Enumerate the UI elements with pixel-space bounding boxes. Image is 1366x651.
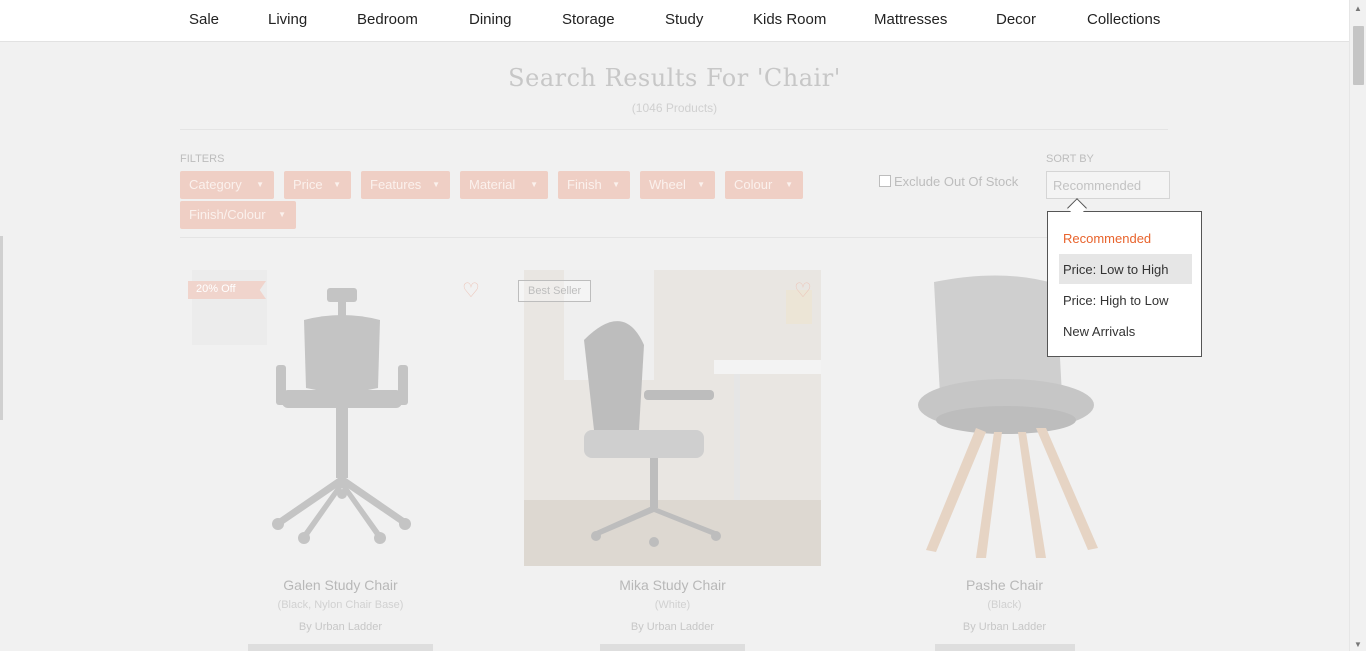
scroll-down-arrow-icon[interactable]: ▼ xyxy=(1354,640,1362,649)
filter-finish[interactable]: Finish ▼ xyxy=(558,171,630,199)
divider xyxy=(180,129,1168,130)
product-image-mika[interactable] xyxy=(524,270,821,566)
chevron-down-icon: ▼ xyxy=(432,180,440,189)
chevron-down-icon: ▼ xyxy=(697,180,705,189)
sort-select[interactable]: Recommended xyxy=(1046,171,1170,199)
product-variant: (Black) xyxy=(987,599,1022,611)
filter-features[interactable]: Features ▼ xyxy=(361,171,450,199)
sort-option-new-arrivals[interactable]: New Arrivals xyxy=(1059,316,1192,346)
wishlist-heart-icon[interactable]: ♡ xyxy=(794,278,812,303)
chevron-down-icon: ▼ xyxy=(256,180,264,189)
filter-label: Features xyxy=(370,177,422,192)
product-brand: By Urban Ladder xyxy=(630,621,715,633)
nav-item-living[interactable]: Living xyxy=(268,11,307,28)
divider xyxy=(180,237,1168,238)
product-name[interactable]: Mika Study Chair xyxy=(524,577,821,593)
side-feedback-tab[interactable] xyxy=(0,236,3,420)
nav-item-sale[interactable]: Sale xyxy=(189,11,219,28)
filter-label: Category xyxy=(189,177,242,192)
filter-colour[interactable]: Colour ▼ xyxy=(725,171,803,199)
filter-label: Price xyxy=(293,177,323,192)
wishlist-heart-icon[interactable]: ♡ xyxy=(462,278,480,303)
discount-badge: 20% Off xyxy=(188,281,266,299)
chevron-down-icon: ▼ xyxy=(333,180,341,189)
nav-item-decor[interactable]: Decor xyxy=(996,11,1036,28)
sort-option-recommended[interactable]: Recommended xyxy=(1059,223,1192,253)
nav-item-kids-room[interactable]: Kids Room xyxy=(753,11,826,28)
sort-label: SORT BY xyxy=(1046,153,1094,165)
price-row xyxy=(935,644,1075,651)
filter-category[interactable]: Category ▼ xyxy=(180,171,274,199)
scroll-up-arrow-icon[interactable]: ▲ xyxy=(1354,4,1362,13)
nav-item-mattresses[interactable]: Mattresses xyxy=(874,11,947,28)
price-row xyxy=(248,644,433,651)
sort-option-price-high-low[interactable]: Price: High to Low xyxy=(1059,285,1192,315)
vertical-scrollbar[interactable]: ▲ ▼ xyxy=(1349,0,1366,651)
nav-item-study[interactable]: Study xyxy=(665,11,703,28)
product-name[interactable]: Pashe Chair xyxy=(856,577,1153,593)
product-name[interactable]: Galen Study Chair xyxy=(192,577,489,593)
product-variant: (White) xyxy=(654,599,691,611)
results-count: (1046 Products) xyxy=(631,101,718,115)
chevron-down-icon: ▼ xyxy=(785,180,793,189)
filter-label: Finish/Colour xyxy=(189,207,266,222)
filter-material[interactable]: Material ▼ xyxy=(460,171,548,199)
nav-item-storage[interactable]: Storage xyxy=(562,11,615,28)
checkbox[interactable] xyxy=(879,175,891,187)
filters-label: FILTERS xyxy=(180,153,225,165)
product-brand: By Urban Ladder xyxy=(962,621,1047,633)
sort-dropdown-menu: Recommended Price: Low to High Price: Hi… xyxy=(1047,211,1202,357)
sort-option-price-low-high[interactable]: Price: Low to High xyxy=(1059,254,1192,284)
exclude-out-of-stock-label: Exclude Out Of Stock xyxy=(894,174,1019,189)
filter-price[interactable]: Price ▼ xyxy=(284,171,351,199)
nav-item-collections[interactable]: Collections xyxy=(1087,11,1160,28)
chevron-down-icon: ▼ xyxy=(612,180,620,189)
product-image-galen[interactable] xyxy=(192,270,489,566)
nav-item-bedroom[interactable]: Bedroom xyxy=(357,11,418,28)
best-seller-badge: Best Seller xyxy=(518,280,591,302)
scroll-thumb[interactable] xyxy=(1353,26,1364,85)
filter-label: Material xyxy=(469,177,516,192)
chevron-down-icon: ▼ xyxy=(530,180,538,189)
filter-finish-colour[interactable]: Finish/Colour ▼ xyxy=(180,201,296,229)
filter-label: Colour xyxy=(734,177,773,192)
filter-wheel[interactable]: Wheel ▼ xyxy=(640,171,715,199)
exclude-out-of-stock[interactable]: Exclude Out Of Stock xyxy=(879,174,1018,189)
nav-item-dining[interactable]: Dining xyxy=(469,11,512,28)
price-row xyxy=(600,644,745,651)
filter-label: Finish xyxy=(567,177,602,192)
top-nav: Sale Living Bedroom Dining Storage Study… xyxy=(0,0,1349,42)
product-brand: By Urban Ladder xyxy=(298,621,383,633)
filter-label: Wheel xyxy=(649,177,686,192)
page-title: Search Results For 'Chair' xyxy=(508,64,841,92)
chevron-down-icon: ▼ xyxy=(278,210,286,219)
product-variant: (Black, Nylon Chair Base) xyxy=(277,599,404,611)
